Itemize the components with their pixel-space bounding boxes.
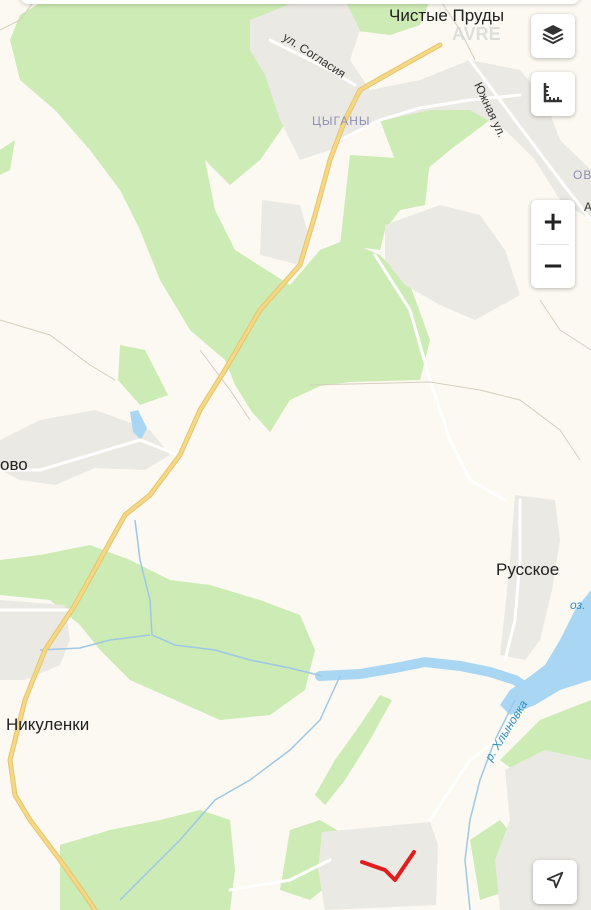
- place-label-a-partial: А: [584, 200, 591, 214]
- map-view[interactable]: Чистые Пруды ЦЫГАНЫ Русское Никуленки ов…: [0, 0, 591, 910]
- settlement-nikulenki: [0, 600, 70, 680]
- zoom-divider: [537, 244, 569, 245]
- zoom-in-button[interactable]: +: [531, 200, 575, 244]
- locate-me-button[interactable]: [533, 860, 577, 904]
- zoom-controls: + −: [531, 200, 575, 288]
- forest-south-strip: [315, 695, 392, 805]
- khlynovka-river: [315, 656, 535, 695]
- watermark: AVRE: [452, 24, 501, 44]
- lake-label-oz: оз.: [570, 598, 586, 612]
- zoom-out-button[interactable]: −: [531, 244, 575, 288]
- navigation-arrow-icon: [544, 869, 566, 896]
- place-label-chistye-prudy: Чистые Пруды: [389, 6, 505, 25]
- ruler-button[interactable]: [531, 72, 575, 116]
- ruler-icon: [541, 80, 565, 109]
- place-label-nikulenki: Никуленки: [6, 715, 90, 734]
- layers-button[interactable]: [531, 14, 575, 58]
- top-panel-edge: [20, 0, 580, 4]
- place-label-tsygany: ЦЫГАНЫ: [312, 114, 371, 128]
- place-label-ovo: ово: [0, 455, 28, 474]
- forest-edge-west: [0, 140, 15, 175]
- place-label-russkoe: Русское: [496, 560, 560, 579]
- forest-small-west: [118, 345, 168, 405]
- place-label-ov-partial: ОВ: [573, 168, 591, 182]
- layers-icon: [541, 22, 565, 51]
